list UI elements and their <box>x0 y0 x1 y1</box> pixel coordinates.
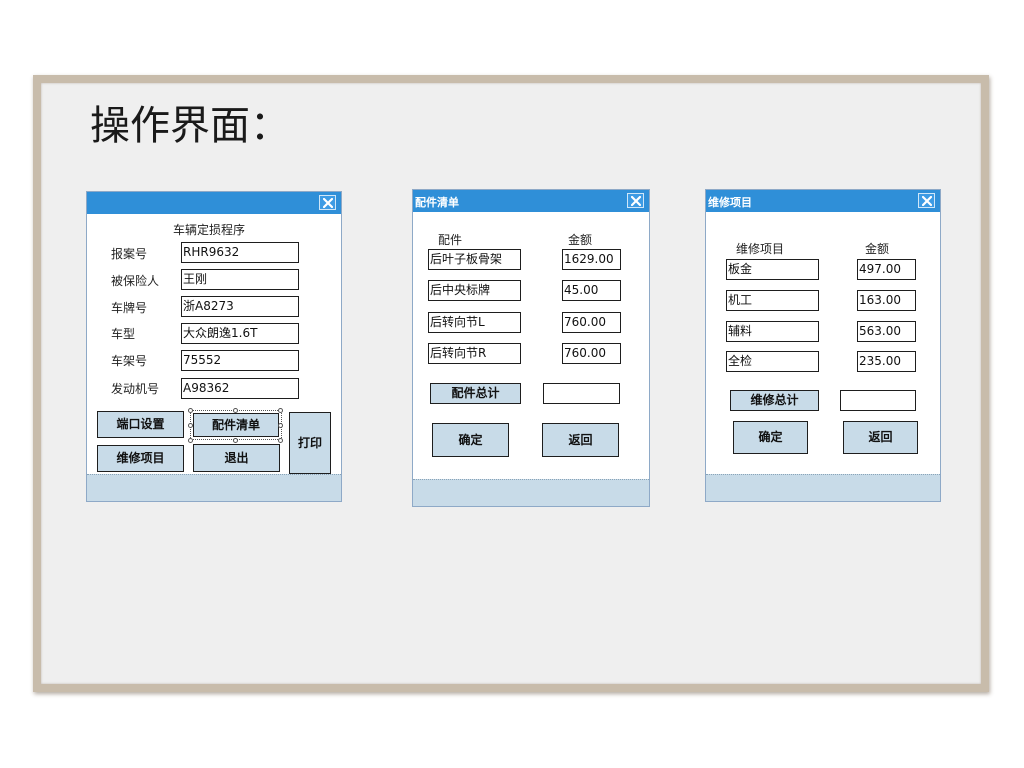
plate-number-field[interactable]: 浙A8273 <box>181 296 299 317</box>
part-name-field[interactable]: 后中央标牌 <box>428 280 521 301</box>
repair-amount-field[interactable]: 497.00 <box>857 259 916 280</box>
amount-column-header: 金额 <box>865 242 890 256</box>
repair-item-column-header: 维修项目 <box>736 242 785 256</box>
main-window-heading: 车辆定损程序 <box>173 223 246 237</box>
vehicle-model-field[interactable]: 大众朗逸1.6T <box>181 323 299 344</box>
exit-label: 退出 <box>224 451 249 465</box>
back-label: 返回 <box>868 430 893 444</box>
back-button[interactable]: 返回 <box>542 423 619 457</box>
part-name-field[interactable]: 后叶子板骨架 <box>428 249 521 270</box>
back-label: 返回 <box>568 433 593 447</box>
parts-window-close-button[interactable] <box>627 193 644 208</box>
selection-handle[interactable] <box>278 438 283 443</box>
port-settings-label: 端口设置 <box>116 417 165 431</box>
print-button[interactable]: 打印 <box>289 412 331 474</box>
selection-handle[interactable] <box>278 423 283 428</box>
repair-item-field[interactable]: 辅料 <box>726 321 819 342</box>
repair-window-close-button[interactable] <box>918 193 935 208</box>
frame-number-field[interactable]: 75552 <box>181 350 299 371</box>
close-icon <box>922 196 932 206</box>
parts-window-titlebar: 配件清单 <box>413 190 649 212</box>
part-amount-field[interactable]: 45.00 <box>562 280 621 301</box>
part-amount-field[interactable]: 760.00 <box>562 343 621 364</box>
part-name-field[interactable]: 后转向节R <box>428 343 521 364</box>
selection-handle[interactable] <box>278 408 283 413</box>
repair-amount-field[interactable]: 235.00 <box>857 351 916 372</box>
parts-list-button[interactable]: 配件清单 <box>193 413 279 437</box>
case-number-label: 报案号 <box>111 247 148 261</box>
parts-total-field[interactable] <box>543 383 620 404</box>
close-icon <box>631 196 641 206</box>
repair-amount-field[interactable]: 163.00 <box>857 290 916 311</box>
repair-total-field[interactable] <box>840 390 916 411</box>
exit-button[interactable]: 退出 <box>193 444 280 472</box>
repair-window-footer <box>706 474 940 501</box>
amount-column-header: 金额 <box>568 233 593 247</box>
repair-total-button[interactable]: 维修总计 <box>730 390 819 411</box>
port-settings-button[interactable]: 端口设置 <box>97 411 184 438</box>
parts-list-label: 配件清单 <box>211 418 260 432</box>
repair-window-titlebar: 维修项目 <box>706 190 940 212</box>
repair-items-button[interactable]: 维修项目 <box>97 445 184 472</box>
selection-handle[interactable] <box>188 423 193 428</box>
slide-title: 操作界面： <box>90 103 290 149</box>
case-number-field[interactable]: RHR9632 <box>181 242 299 263</box>
repair-items-window: 维修项目 维修项目 金额 板金 497.00 机工 163.00 辅料 563.… <box>705 189 941 502</box>
frame-number-label: 车架号 <box>111 354 148 368</box>
close-icon <box>323 198 333 208</box>
repair-items-label: 维修项目 <box>116 451 165 465</box>
confirm-button[interactable]: 确定 <box>733 421 808 454</box>
plate-number-label: 车牌号 <box>111 301 148 315</box>
selection-handle[interactable] <box>188 408 193 413</box>
parts-window-footer <box>413 479 649 506</box>
part-name-field[interactable]: 后转向节L <box>428 312 521 333</box>
confirm-label: 确定 <box>458 433 483 447</box>
insured-field[interactable]: 王刚 <box>181 269 299 290</box>
engine-number-label: 发动机号 <box>111 382 160 396</box>
repair-item-field[interactable]: 全检 <box>726 351 819 372</box>
repair-total-label: 维修总计 <box>750 393 799 407</box>
parts-total-label: 配件总计 <box>451 386 500 400</box>
repair-item-field[interactable]: 机工 <box>726 290 819 311</box>
confirm-label: 确定 <box>758 430 783 444</box>
part-amount-field[interactable]: 1629.00 <box>562 249 621 270</box>
vehicle-model-label: 车型 <box>111 327 136 341</box>
parts-list-window: 配件清单 配件 金额 后叶子板骨架 1629.00 后中央标牌 45.00 后转… <box>412 189 650 507</box>
selection-handle[interactable] <box>233 438 238 443</box>
insured-label: 被保险人 <box>111 274 160 288</box>
main-window: 车辆定损程序 报案号 RHR9632 被保险人 王刚 车牌号 浙A8273 车型… <box>86 191 342 502</box>
back-button[interactable]: 返回 <box>843 421 918 454</box>
repair-window-title: 维修项目 <box>708 196 752 209</box>
repair-amount-field[interactable]: 563.00 <box>857 321 916 342</box>
print-label: 打印 <box>297 436 322 450</box>
selection-handle[interactable] <box>188 438 193 443</box>
parts-column-header: 配件 <box>438 233 463 247</box>
main-window-titlebar <box>87 192 341 214</box>
main-window-close-button[interactable] <box>319 195 336 210</box>
parts-total-button[interactable]: 配件总计 <box>430 383 521 404</box>
repair-item-field[interactable]: 板金 <box>726 259 819 280</box>
main-window-footer <box>87 474 341 501</box>
selection-handle[interactable] <box>233 408 238 413</box>
part-amount-field[interactable]: 760.00 <box>562 312 621 333</box>
confirm-button[interactable]: 确定 <box>432 423 509 457</box>
parts-window-title: 配件清单 <box>415 196 459 209</box>
engine-number-field[interactable]: A98362 <box>181 378 299 399</box>
